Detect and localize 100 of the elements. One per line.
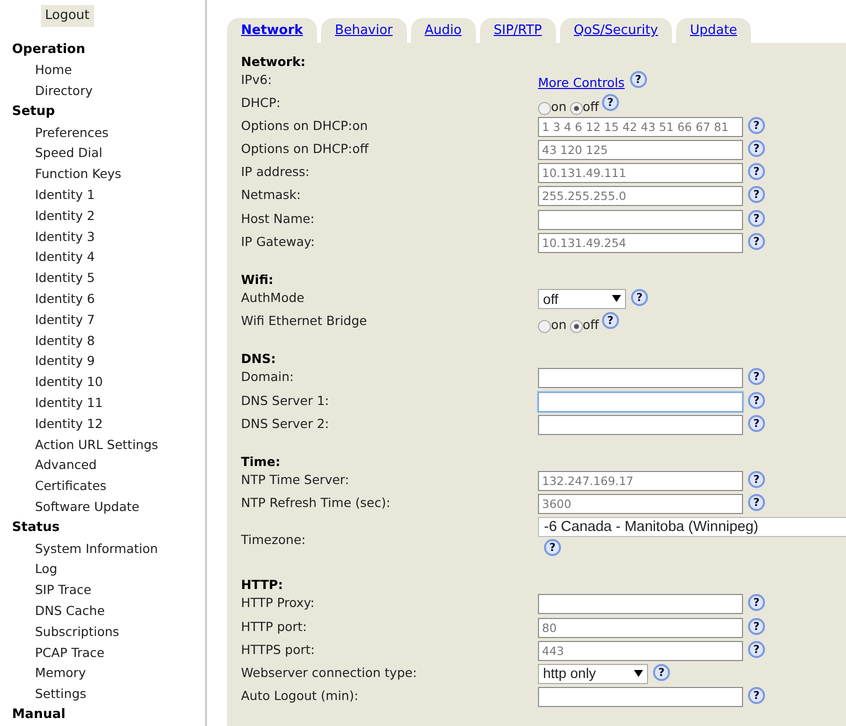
text-field[interactable] xyxy=(538,210,743,230)
more-controls-link[interactable]: More Controls xyxy=(538,74,625,92)
sidebar-link[interactable]: Identity 4 xyxy=(12,247,205,268)
text-field[interactable] xyxy=(538,414,743,435)
sidebar-link[interactable]: Identity 11 xyxy=(12,393,205,414)
dropdown[interactable]: http only xyxy=(538,664,648,684)
field-label: DNS Server 2: xyxy=(241,414,330,433)
sidebar-link[interactable]: Identity 9 xyxy=(12,351,205,372)
sidebar-link[interactable]: Identity 1 xyxy=(12,185,205,206)
tab[interactable]: Audio xyxy=(410,18,476,42)
help-icon[interactable]: ? xyxy=(630,70,647,88)
sidebar-link[interactable]: Identity 2 xyxy=(12,206,205,227)
radio-label: on xyxy=(551,317,567,334)
help-icon[interactable]: ? xyxy=(602,312,619,330)
sidebar-link[interactable]: Identity 8 xyxy=(12,330,205,352)
tab[interactable]: Network xyxy=(227,18,317,42)
help-icon[interactable]: ? xyxy=(748,470,765,488)
sidebar-link[interactable]: Identity 10 xyxy=(12,372,205,394)
tab[interactable]: Behavior xyxy=(320,18,407,42)
help-icon[interactable]: ? xyxy=(602,94,619,111)
dropdown[interactable]: -6 Canada - Manitoba (Winnipeg) xyxy=(538,517,846,538)
sidebar-heading: Operation xyxy=(12,40,86,58)
help-icon[interactable]: ? xyxy=(748,494,765,512)
field-label: Webserver connection type: xyxy=(241,664,418,682)
field-label: Auto Logout (min): xyxy=(241,687,360,706)
dropdown-value: http only xyxy=(543,664,596,684)
help-icon[interactable]: ? xyxy=(748,687,765,704)
radio-label: off xyxy=(582,98,599,115)
sidebar-link[interactable]: Identity 5 xyxy=(12,268,205,290)
tab[interactable]: SIP/RTP xyxy=(480,18,556,42)
sidebar-link[interactable]: Identity 3 xyxy=(12,226,205,248)
help-icon[interactable]: ? xyxy=(748,163,765,180)
text-field[interactable]: 43 120 125 xyxy=(538,140,743,160)
field-label: IPv6: xyxy=(241,70,273,88)
help-icon[interactable]: ? xyxy=(748,640,765,658)
sidebar-link[interactable]: Software Update xyxy=(12,497,205,518)
help-icon[interactable]: ? xyxy=(748,210,765,227)
help-icon[interactable]: ? xyxy=(653,664,670,681)
text-field[interactable] xyxy=(538,687,743,708)
sidebar-link[interactable]: Home xyxy=(12,60,205,82)
section-heading: Network: xyxy=(241,52,307,70)
help-icon[interactable]: ? xyxy=(748,186,765,204)
tab[interactable]: QoS/Security xyxy=(560,18,672,42)
sidebar-heading: Setup xyxy=(12,102,56,121)
field-label: DHCP: xyxy=(241,94,282,112)
help-icon[interactable]: ? xyxy=(748,392,765,409)
text-field[interactable]: 255.255.255.0 xyxy=(538,186,743,206)
logout-button[interactable]: Logout xyxy=(41,5,94,26)
section-heading: Wifi: xyxy=(241,271,274,289)
sidebar-link[interactable]: Identity 7 xyxy=(12,310,205,331)
sidebar-link[interactable]: Memory xyxy=(12,663,205,684)
sidebar-link[interactable]: Settings xyxy=(12,684,205,705)
dropdown[interactable]: off xyxy=(538,289,626,309)
help-icon[interactable]: ? xyxy=(748,140,765,158)
help-icon[interactable]: ? xyxy=(748,232,765,250)
field-label: Host Name: xyxy=(241,210,316,228)
sidebar-link[interactable]: Identity 12 xyxy=(12,414,205,435)
text-field[interactable]: 80 xyxy=(538,618,743,638)
text-field[interactable]: 10.131.49.111 xyxy=(538,163,743,184)
help-icon[interactable]: ? xyxy=(748,594,765,612)
field-label: HTTPS port: xyxy=(241,640,316,659)
sidebar-link[interactable]: Speed Dial xyxy=(12,143,205,164)
sidebar-link[interactable]: System Information xyxy=(12,538,205,560)
text-field[interactable] xyxy=(538,594,743,614)
sidebar-link[interactable]: Log xyxy=(12,559,205,580)
text-field[interactable] xyxy=(538,392,743,412)
sidebar-link[interactable]: Preferences xyxy=(12,122,205,144)
radio-label: off xyxy=(582,317,599,334)
field-label: AuthMode xyxy=(241,289,306,307)
sidebar-link[interactable]: PCAP Trace xyxy=(12,642,205,664)
sidebar-link[interactable]: Certificates xyxy=(12,476,205,498)
radio-button[interactable] xyxy=(570,102,583,115)
sidebar-link[interactable]: Subscriptions xyxy=(12,622,205,643)
radio-button[interactable] xyxy=(538,102,551,115)
text-field[interactable]: 443 xyxy=(538,640,743,661)
sidebar-link[interactable]: Advanced xyxy=(12,455,205,476)
text-field[interactable]: 132.247.169.17 xyxy=(538,470,743,491)
text-field[interactable]: 10.131.49.254 xyxy=(538,232,743,253)
help-icon[interactable]: ? xyxy=(544,539,561,556)
radio-button[interactable] xyxy=(538,320,551,334)
sidebar-link[interactable]: Function Keys xyxy=(12,164,205,186)
help-icon[interactable]: ? xyxy=(748,116,765,134)
text-field[interactable]: 3600 xyxy=(538,494,743,514)
section-heading: HTTP: xyxy=(241,576,284,594)
sidebar-link[interactable]: DNS Cache xyxy=(12,601,205,622)
help-icon[interactable]: ? xyxy=(748,414,765,432)
help-icon[interactable]: ? xyxy=(748,368,765,386)
tab[interactable]: Update xyxy=(676,18,752,42)
help-icon[interactable]: ? xyxy=(748,618,765,634)
sidebar-link[interactable]: Action URL Settings xyxy=(12,434,205,456)
field-label: HTTP port: xyxy=(241,618,308,636)
text-field[interactable] xyxy=(538,368,743,388)
section-heading: DNS: xyxy=(241,350,277,368)
sidebar-link[interactable]: SIP Trace xyxy=(12,580,205,602)
sidebar-link[interactable]: Identity 6 xyxy=(12,289,205,310)
field-label: NTP Time Server: xyxy=(241,470,350,489)
text-field[interactable]: 1 3 4 6 12 15 42 43 51 66 67 81 xyxy=(538,116,743,137)
help-icon[interactable]: ? xyxy=(631,289,648,306)
radio-button[interactable] xyxy=(570,320,583,334)
sidebar-link[interactable]: Directory xyxy=(12,81,205,102)
